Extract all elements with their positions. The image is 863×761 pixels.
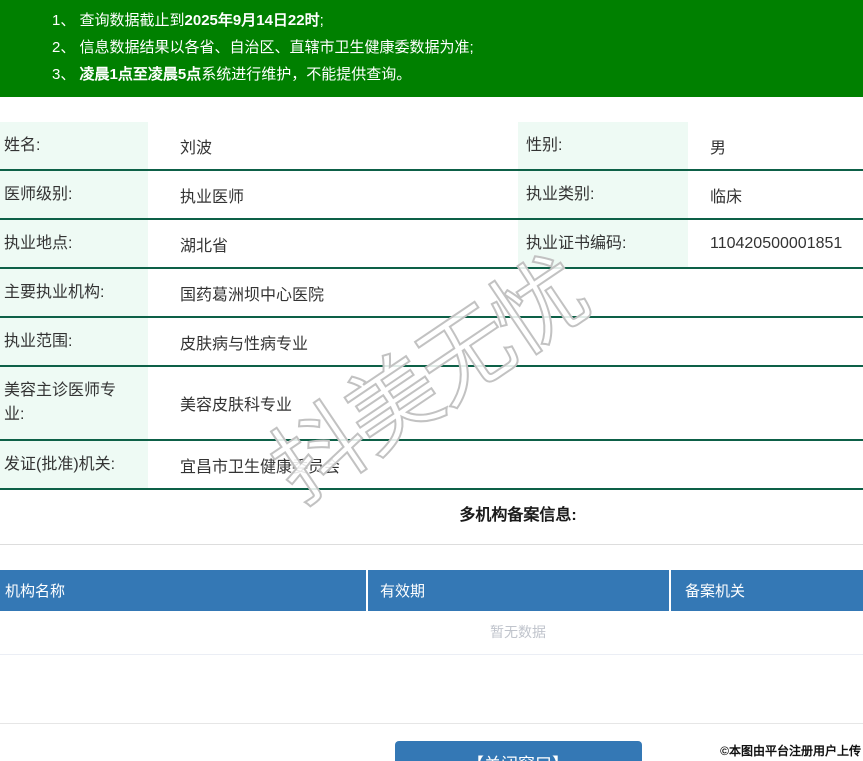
field-label: 执业类别:	[518, 171, 688, 218]
notice-line: 2、 信息数据结果以各省、自治区、直辖市卫生健康委数据为准;	[0, 34, 863, 61]
field-value: 110420500001851	[710, 234, 843, 252]
notice-banner: 1、 查询数据截止到2025年9月14日22时; 2、 信息数据结果以各省、自治…	[0, 0, 863, 97]
field-label: 性别:	[518, 122, 688, 169]
notice-line: 1、 查询数据截止到2025年9月14日22时;	[0, 7, 863, 34]
multi-org-table-header: 机构名称 有效期 备案机关	[0, 570, 863, 611]
notice-text: 1、 查询数据截止到	[52, 12, 185, 29]
field-value: 刘波	[180, 139, 213, 157]
field-value: 临床	[710, 188, 743, 206]
notice-line: 3、 凌晨1点至凌晨5点系统进行维护，不能提供查询。	[0, 61, 863, 88]
table-row: 美容主诊医师专业: 美容皮肤科专业	[0, 367, 863, 441]
field-value: 宜昌市卫生健康委员会	[180, 458, 341, 476]
doctor-info-table: 姓名: 刘波 性别: 男 医师级别: 执业医师 执业类别: 临床 执业地点: 湖…	[0, 122, 863, 490]
notice-bold-text: 凌晨1点至凌晨5点	[79, 66, 202, 83]
notice-text: 3、	[52, 66, 80, 83]
doctor-registration-query-page: 1、 查询数据截止到2025年9月14日22时; 2、 信息数据结果以各省、自治…	[0, 0, 863, 761]
field-label: 执业地点:	[0, 220, 148, 267]
field-value: 美容皮肤科专业	[180, 397, 293, 414]
table-row: 执业地点: 湖北省 执业证书编码: 110420500001851	[0, 220, 863, 269]
field-label: 发证(批准)机关:	[0, 441, 148, 488]
field-value: 执业医师	[180, 188, 245, 206]
notice-text: 2、 信息数据结果以各省、自治区、直辖市卫生健康委数据为准;	[52, 39, 474, 56]
divider	[0, 544, 863, 545]
field-label: 主要执业机构:	[0, 269, 148, 316]
column-header: 备案机关	[669, 570, 863, 611]
close-window-button[interactable]: 【关闭窗口】	[394, 741, 642, 761]
table-row: 发证(批准)机关: 宜昌市卫生健康委员会	[0, 441, 863, 490]
notice-text: ;	[319, 12, 324, 29]
field-label: 执业范围:	[0, 318, 148, 365]
notice-text: 系统进行维护，不能提供查询。	[201, 66, 412, 83]
field-label: 医师级别:	[0, 171, 148, 218]
platform-upload-stamp: ©本图由平台注册用户上传	[720, 744, 861, 758]
multi-org-section-title: 多机构备案信息:	[459, 507, 577, 524]
field-label: 执业证书编码:	[518, 220, 688, 267]
field-label: 姓名:	[0, 122, 148, 169]
notice-bold-text: 2025年9月14日22时	[184, 12, 320, 29]
column-header: 机构名称	[5, 583, 66, 600]
field-label: 美容主诊医师专业:	[0, 367, 148, 439]
field-value: 皮肤病与性病专业	[180, 335, 309, 353]
table-row: 医师级别: 执业医师 执业类别: 临床	[0, 171, 863, 220]
column-header: 有效期	[366, 570, 669, 611]
table-row: 主要执业机构: 国药葛洲坝中心医院	[0, 269, 863, 318]
field-value: 国药葛洲坝中心医院	[180, 286, 325, 304]
empty-data-placeholder: 暂无数据	[0, 611, 863, 655]
table-row: 执业范围: 皮肤病与性病专业	[0, 318, 863, 367]
field-value: 男	[710, 139, 727, 157]
field-value: 湖北省	[180, 237, 229, 255]
table-row: 姓名: 刘波 性别: 男	[0, 122, 863, 171]
